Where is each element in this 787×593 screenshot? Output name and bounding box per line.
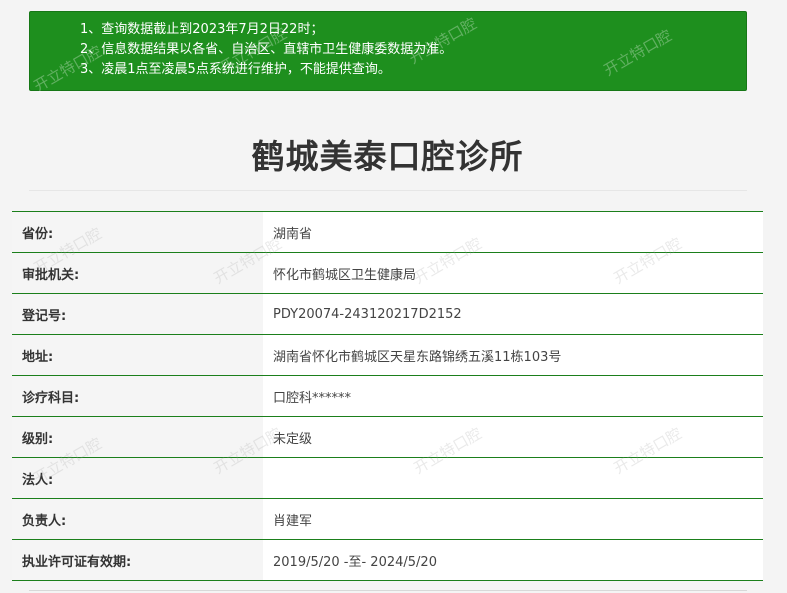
table-row: 地址: 湖南省怀化市鹤城区天星东路锦绣五溪11栋103号 (12, 335, 763, 376)
row-value: 怀化市鹤城区卫生健康局 (263, 253, 763, 293)
title-divider (29, 190, 747, 191)
row-value (263, 458, 763, 498)
notice-list: 1、查询数据截止到2023年7月2日22时； 2、信息数据结果以各省、自治区、直… (80, 20, 746, 80)
table-row: 法人: (12, 458, 763, 499)
notice-banner: 1、查询数据截止到2023年7月2日22时； 2、信息数据结果以各省、自治区、直… (29, 11, 747, 91)
row-label: 审批机关: (12, 253, 263, 293)
bottom-divider (29, 590, 747, 591)
clinic-info-table: 省份: 湖南省 审批机关: 怀化市鹤城区卫生健康局 登记号: PDY20074-… (12, 211, 763, 581)
table-row: 执业许可证有效期: 2019/5/20 -至- 2024/5/20 (12, 540, 763, 581)
page-title: 鹤城美泰口腔诊所 (251, 137, 524, 176)
row-label: 执业许可证有效期: (12, 540, 263, 580)
row-value: 口腔科****** (263, 376, 763, 416)
row-label: 登记号: (12, 294, 263, 334)
row-label: 省份: (12, 212, 263, 252)
notice-line-3: 3、凌晨1点至凌晨5点系统进行维护，不能提供查询。 (80, 62, 391, 77)
row-label: 法人: (12, 458, 263, 498)
notice-line-2: 2、信息数据结果以各省、自治区、直辖市卫生健康委数据为准。 (80, 42, 453, 57)
table-row: 审批机关: 怀化市鹤城区卫生健康局 (12, 253, 763, 294)
table-row: 诊疗科目: 口腔科****** (12, 376, 763, 417)
table-row: 省份: 湖南省 (12, 212, 763, 253)
row-value: 肖建军 (263, 499, 763, 539)
table-row: 级别: 未定级 (12, 417, 763, 458)
row-value: 湖南省 (263, 212, 763, 252)
table-row: 负责人: 肖建军 (12, 499, 763, 540)
row-value: PDY20074-243120217D2152 (263, 294, 763, 334)
row-value: 未定级 (263, 417, 763, 457)
row-label: 诊疗科目: (12, 376, 263, 416)
row-value: 湖南省怀化市鹤城区天星东路锦绣五溪11栋103号 (263, 335, 763, 375)
row-label: 级别: (12, 417, 263, 457)
row-label: 负责人: (12, 499, 263, 539)
row-label: 地址: (12, 335, 263, 375)
table-row: 登记号: PDY20074-243120217D2152 (12, 294, 763, 335)
row-value: 2019/5/20 -至- 2024/5/20 (263, 540, 763, 580)
notice-line-1: 1、查询数据截止到2023年7月2日22时； (80, 22, 324, 37)
